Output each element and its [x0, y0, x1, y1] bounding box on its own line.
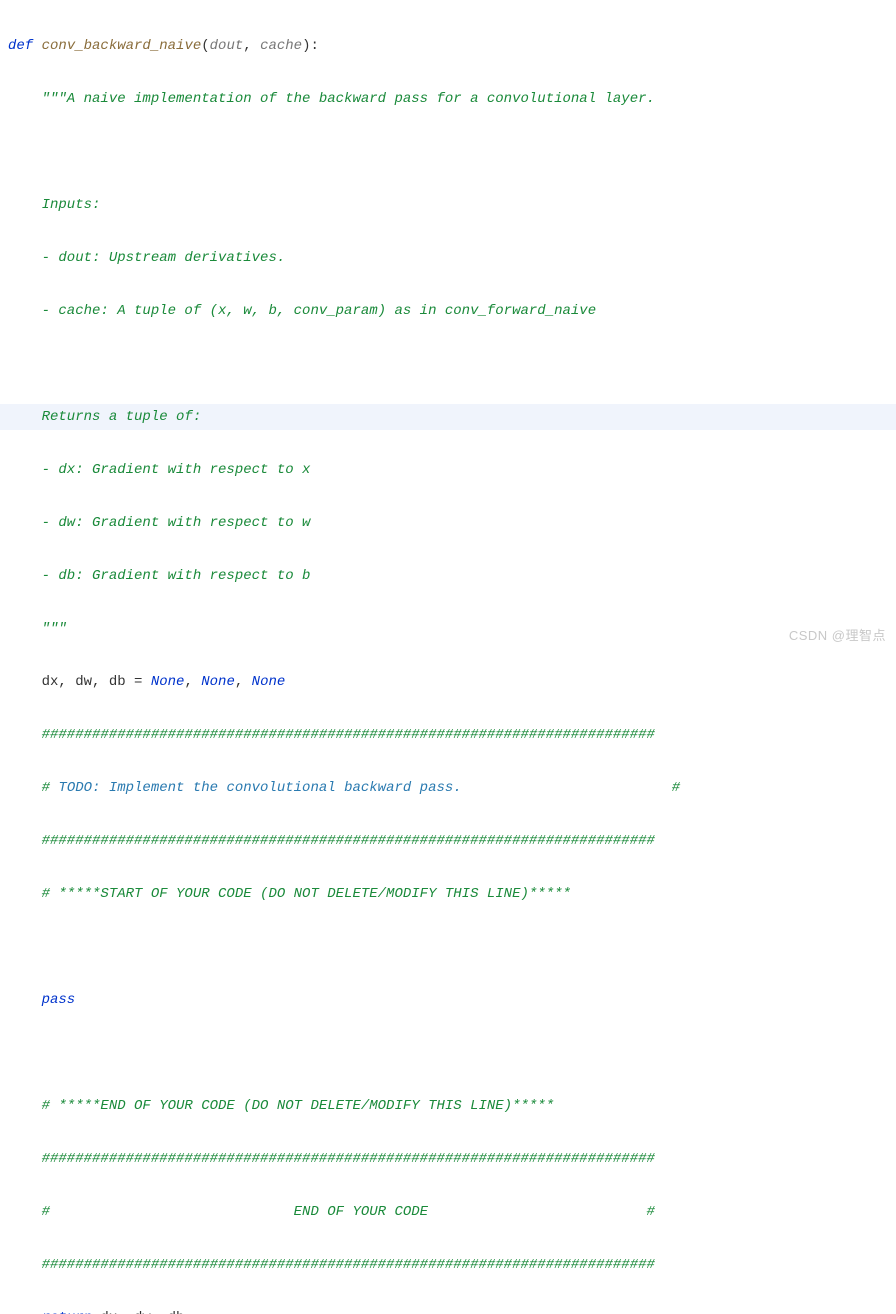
- comment-line: ########################################…: [8, 1252, 896, 1279]
- none-literal: None: [201, 674, 235, 690]
- function-name: conv_backward_naive: [33, 38, 201, 54]
- code-block: def conv_backward_naive(dout, cache): ""…: [0, 0, 896, 1314]
- watermark-text: CSDN @理智点: [789, 623, 886, 650]
- code-line: pass: [8, 987, 896, 1014]
- comma: ,: [184, 674, 201, 690]
- comma: ,: [243, 38, 260, 54]
- keyword-def: def: [8, 38, 33, 54]
- comment-line: ########################################…: [8, 828, 896, 855]
- comment-tail: #: [462, 780, 680, 796]
- keyword-return: return: [8, 1310, 92, 1314]
- docstring-line: """A naive implementation of the backwar…: [8, 86, 896, 113]
- blank-line: [8, 934, 896, 961]
- param-cache: cache: [260, 38, 302, 54]
- code-line: def conv_backward_naive(dout, cache):: [8, 33, 896, 60]
- none-literal: None: [151, 674, 185, 690]
- paren-open: (: [201, 38, 209, 54]
- paren-close: ):: [302, 38, 319, 54]
- comma: ,: [235, 674, 252, 690]
- blank-line: [8, 1040, 896, 1067]
- docstring-line: [8, 351, 896, 378]
- assign-left: dx, dw, db =: [8, 674, 151, 690]
- code-line: return dx, dw, db: [8, 1305, 896, 1314]
- comment-hash: #: [8, 780, 58, 796]
- docstring-line: Inputs:: [8, 192, 896, 219]
- comment-line: # *****END OF YOUR CODE (DO NOT DELETE/M…: [8, 1093, 896, 1120]
- docstring-line: - db: Gradient with respect to b: [8, 563, 896, 590]
- comment-line: ########################################…: [8, 722, 896, 749]
- code-line: dx, dw, db = None, None, None: [8, 669, 896, 696]
- keyword-pass: pass: [8, 992, 75, 1008]
- none-literal: None: [252, 674, 286, 690]
- comment-line: # END OF YOUR CODE #: [8, 1199, 896, 1226]
- comment-line: ########################################…: [8, 1146, 896, 1173]
- docstring-line: - dout: Upstream derivatives.: [8, 245, 896, 272]
- docstring-line-highlight: Returns a tuple of:: [0, 404, 896, 431]
- param-dout: dout: [210, 38, 244, 54]
- comment-line: # TODO: Implement the convolutional back…: [8, 775, 896, 802]
- docstring-line: """: [8, 616, 896, 643]
- docstring-line: - dx: Gradient with respect to x: [8, 457, 896, 484]
- comment-line: # *****START OF YOUR CODE (DO NOT DELETE…: [8, 881, 896, 908]
- docstring-line: - cache: A tuple of (x, w, b, conv_param…: [8, 298, 896, 325]
- todo-text: TODO: Implement the convolutional backwa…: [58, 780, 461, 796]
- return-values: dx, dw, db: [92, 1310, 184, 1314]
- docstring-line: [8, 139, 896, 166]
- docstring-line: - dw: Gradient with respect to w: [8, 510, 896, 537]
